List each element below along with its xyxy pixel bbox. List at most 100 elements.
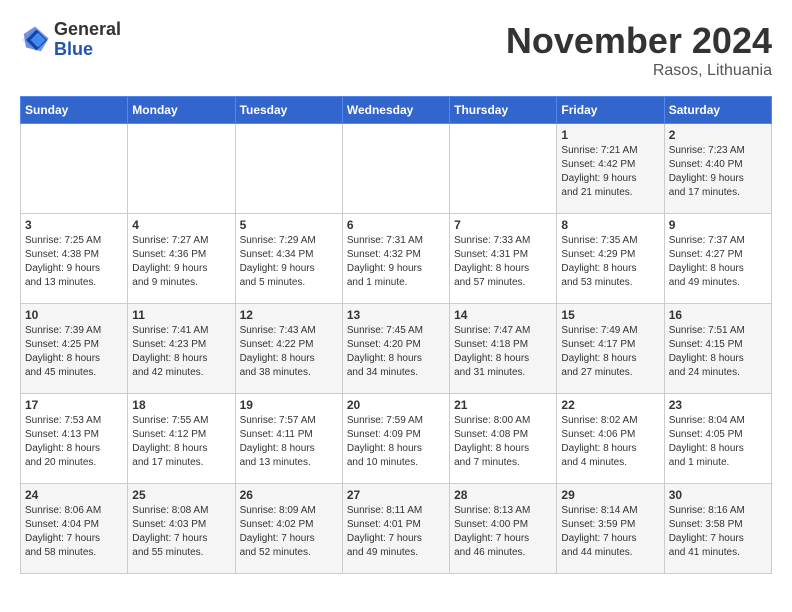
day-info: Sunrise: 8:02 AM Sunset: 4:06 PM Dayligh… bbox=[561, 414, 659, 470]
day-number: 17 bbox=[25, 398, 123, 412]
day-info: Sunrise: 7:51 AM Sunset: 4:15 PM Dayligh… bbox=[669, 324, 767, 380]
day-info: Sunrise: 8:00 AM Sunset: 4:08 PM Dayligh… bbox=[454, 414, 552, 470]
calendar-cell: 4 Sunrise: 7:27 AM Sunset: 4:36 PM Daylig… bbox=[128, 214, 235, 304]
calendar-cell: 19 Sunrise: 7:57 AM Sunset: 4:11 PM Dayli… bbox=[235, 394, 342, 484]
day-info: Sunrise: 7:43 AM Sunset: 4:22 PM Dayligh… bbox=[240, 324, 338, 380]
day-info: Sunrise: 7:37 AM Sunset: 4:27 PM Dayligh… bbox=[669, 234, 767, 290]
day-info: Sunrise: 7:41 AM Sunset: 4:23 PM Dayligh… bbox=[132, 324, 230, 380]
calendar-cell: 7 Sunrise: 7:33 AM Sunset: 4:31 PM Daylig… bbox=[450, 214, 557, 304]
day-info: Sunrise: 8:13 AM Sunset: 4:00 PM Dayligh… bbox=[454, 504, 552, 560]
calendar-cell: 2 Sunrise: 7:23 AM Sunset: 4:40 PM Daylig… bbox=[664, 124, 771, 214]
calendar-week-row: 3 Sunrise: 7:25 AM Sunset: 4:38 PM Daylig… bbox=[21, 214, 772, 304]
month-title: November 2024 bbox=[506, 20, 772, 62]
calendar-cell: 12 Sunrise: 7:43 AM Sunset: 4:22 PM Dayli… bbox=[235, 304, 342, 394]
day-number: 29 bbox=[561, 488, 659, 502]
day-info: Sunrise: 8:16 AM Sunset: 3:58 PM Dayligh… bbox=[669, 504, 767, 560]
calendar-cell bbox=[450, 124, 557, 214]
day-number: 8 bbox=[561, 218, 659, 232]
day-number: 5 bbox=[240, 218, 338, 232]
calendar-cell: 8 Sunrise: 7:35 AM Sunset: 4:29 PM Daylig… bbox=[557, 214, 664, 304]
day-number: 27 bbox=[347, 488, 445, 502]
day-info: Sunrise: 7:25 AM Sunset: 4:38 PM Dayligh… bbox=[25, 234, 123, 290]
day-number: 24 bbox=[25, 488, 123, 502]
day-number: 28 bbox=[454, 488, 552, 502]
day-number: 25 bbox=[132, 488, 230, 502]
calendar-cell: 28 Sunrise: 8:13 AM Sunset: 4:00 PM Dayli… bbox=[450, 484, 557, 574]
calendar-cell: 30Sunrise: 8:16 AM Sunset: 3:58 PM Dayli… bbox=[664, 484, 771, 574]
day-info: Sunrise: 7:27 AM Sunset: 4:36 PM Dayligh… bbox=[132, 234, 230, 290]
weekday-header: Sunday bbox=[21, 97, 128, 124]
day-info: Sunrise: 7:55 AM Sunset: 4:12 PM Dayligh… bbox=[132, 414, 230, 470]
day-info: Sunrise: 7:45 AM Sunset: 4:20 PM Dayligh… bbox=[347, 324, 445, 380]
day-info: Sunrise: 7:35 AM Sunset: 4:29 PM Dayligh… bbox=[561, 234, 659, 290]
day-info: Sunrise: 7:53 AM Sunset: 4:13 PM Dayligh… bbox=[25, 414, 123, 470]
day-number: 13 bbox=[347, 308, 445, 322]
page-header: General Blue November 2024 Rasos, Lithua… bbox=[20, 20, 772, 80]
calendar-cell: 23 Sunrise: 8:04 AM Sunset: 4:05 PM Dayli… bbox=[664, 394, 771, 484]
calendar-cell bbox=[235, 124, 342, 214]
calendar-cell: 16Sunrise: 7:51 AM Sunset: 4:15 PM Dayli… bbox=[664, 304, 771, 394]
calendar-cell: 21 Sunrise: 8:00 AM Sunset: 4:08 PM Dayli… bbox=[450, 394, 557, 484]
day-number: 4 bbox=[132, 218, 230, 232]
day-info: Sunrise: 7:59 AM Sunset: 4:09 PM Dayligh… bbox=[347, 414, 445, 470]
calendar-cell: 1Sunrise: 7:21 AM Sunset: 4:42 PM Daylig… bbox=[557, 124, 664, 214]
calendar-cell bbox=[342, 124, 449, 214]
title-block: November 2024 Rasos, Lithuania bbox=[506, 20, 772, 80]
calendar-cell: 26 Sunrise: 8:09 AM Sunset: 4:02 PM Dayli… bbox=[235, 484, 342, 574]
day-info: Sunrise: 7:29 AM Sunset: 4:34 PM Dayligh… bbox=[240, 234, 338, 290]
day-number: 11 bbox=[132, 308, 230, 322]
day-number: 2 bbox=[669, 128, 767, 142]
day-info: Sunrise: 8:04 AM Sunset: 4:05 PM Dayligh… bbox=[669, 414, 767, 470]
day-number: 23 bbox=[669, 398, 767, 412]
calendar-week-row: 1Sunrise: 7:21 AM Sunset: 4:42 PM Daylig… bbox=[21, 124, 772, 214]
day-number: 3 bbox=[25, 218, 123, 232]
calendar-week-row: 24 Sunrise: 8:06 AM Sunset: 4:04 PM Dayli… bbox=[21, 484, 772, 574]
day-number: 7 bbox=[454, 218, 552, 232]
calendar-cell bbox=[21, 124, 128, 214]
day-number: 26 bbox=[240, 488, 338, 502]
calendar-cell: 10 Sunrise: 7:39 AM Sunset: 4:25 PM Dayli… bbox=[21, 304, 128, 394]
day-info: Sunrise: 7:23 AM Sunset: 4:40 PM Dayligh… bbox=[669, 144, 767, 200]
day-info: Sunrise: 7:21 AM Sunset: 4:42 PM Dayligh… bbox=[561, 144, 659, 200]
location: Rasos, Lithuania bbox=[506, 62, 772, 80]
day-info: Sunrise: 7:33 AM Sunset: 4:31 PM Dayligh… bbox=[454, 234, 552, 290]
day-info: Sunrise: 8:11 AM Sunset: 4:01 PM Dayligh… bbox=[347, 504, 445, 560]
day-info: Sunrise: 8:08 AM Sunset: 4:03 PM Dayligh… bbox=[132, 504, 230, 560]
day-info: Sunrise: 7:31 AM Sunset: 4:32 PM Dayligh… bbox=[347, 234, 445, 290]
weekday-header: Thursday bbox=[450, 97, 557, 124]
day-info: Sunrise: 7:39 AM Sunset: 4:25 PM Dayligh… bbox=[25, 324, 123, 380]
calendar-cell: 24 Sunrise: 8:06 AM Sunset: 4:04 PM Dayli… bbox=[21, 484, 128, 574]
day-number: 12 bbox=[240, 308, 338, 322]
calendar-cell: 11 Sunrise: 7:41 AM Sunset: 4:23 PM Dayli… bbox=[128, 304, 235, 394]
day-info: Sunrise: 7:57 AM Sunset: 4:11 PM Dayligh… bbox=[240, 414, 338, 470]
day-info: Sunrise: 8:06 AM Sunset: 4:04 PM Dayligh… bbox=[25, 504, 123, 560]
calendar-cell: 18Sunrise: 7:55 AM Sunset: 4:12 PM Dayli… bbox=[128, 394, 235, 484]
day-number: 6 bbox=[347, 218, 445, 232]
day-number: 19 bbox=[240, 398, 338, 412]
day-number: 20 bbox=[347, 398, 445, 412]
calendar-cell: 25 Sunrise: 8:08 AM Sunset: 4:03 PM Dayli… bbox=[128, 484, 235, 574]
calendar-cell: 3 Sunrise: 7:25 AM Sunset: 4:38 PM Daylig… bbox=[21, 214, 128, 304]
calendar-week-row: 17 Sunrise: 7:53 AM Sunset: 4:13 PM Dayli… bbox=[21, 394, 772, 484]
weekday-header: Saturday bbox=[664, 97, 771, 124]
day-number: 9 bbox=[669, 218, 767, 232]
calendar-header-row: SundayMondayTuesdayWednesdayThursdayFrid… bbox=[21, 97, 772, 124]
calendar-cell: 9 Sunrise: 7:37 AM Sunset: 4:27 PM Daylig… bbox=[664, 214, 771, 304]
calendar-cell: 27 Sunrise: 8:11 AM Sunset: 4:01 PM Dayli… bbox=[342, 484, 449, 574]
day-number: 14 bbox=[454, 308, 552, 322]
calendar-cell: 22Sunrise: 8:02 AM Sunset: 4:06 PM Dayli… bbox=[557, 394, 664, 484]
calendar-week-row: 10 Sunrise: 7:39 AM Sunset: 4:25 PM Dayli… bbox=[21, 304, 772, 394]
calendar-cell: 14Sunrise: 7:47 AM Sunset: 4:18 PM Dayli… bbox=[450, 304, 557, 394]
day-number: 21 bbox=[454, 398, 552, 412]
logo-icon bbox=[20, 25, 50, 55]
calendar-table: SundayMondayTuesdayWednesdayThursdayFrid… bbox=[20, 96, 772, 574]
calendar-cell bbox=[128, 124, 235, 214]
day-info: Sunrise: 8:09 AM Sunset: 4:02 PM Dayligh… bbox=[240, 504, 338, 560]
logo-text: General Blue bbox=[54, 20, 121, 60]
calendar-cell: 15Sunrise: 7:49 AM Sunset: 4:17 PM Dayli… bbox=[557, 304, 664, 394]
day-number: 15 bbox=[561, 308, 659, 322]
day-number: 10 bbox=[25, 308, 123, 322]
calendar-cell: 6 Sunrise: 7:31 AM Sunset: 4:32 PM Daylig… bbox=[342, 214, 449, 304]
weekday-header: Monday bbox=[128, 97, 235, 124]
weekday-header: Wednesday bbox=[342, 97, 449, 124]
